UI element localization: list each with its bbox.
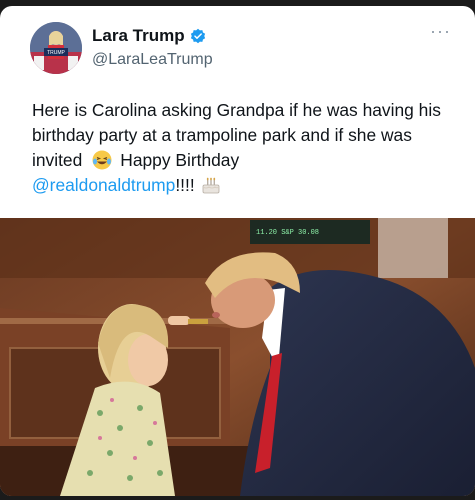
display-name[interactable]: Lara Trump <box>92 26 185 46</box>
user-handle[interactable]: @LaraLeaTrump <box>92 51 213 69</box>
tweet-photo[interactable]: 11.20 S&P 30.08 <box>0 218 475 496</box>
avatar-image: TRUMP <box>30 22 82 74</box>
tweet-text-greeting: Happy Birthday <box>120 150 240 170</box>
verified-badge-icon <box>190 28 205 44</box>
avatar-sign-text: TRUMP <box>47 50 65 56</box>
photo-image: 11.20 S&P 30.08 <box>0 218 475 496</box>
laughing-crying-emoji-icon <box>92 150 112 170</box>
tweet-header: TRUMP Lara Trump @LaraLeaTrump ··· <box>30 22 455 82</box>
ticker-text: 11.20 S&P 30.08 <box>256 229 319 237</box>
tweet-card[interactable]: TRUMP Lara Trump @LaraLeaTrump ··· Here … <box>0 6 475 496</box>
more-options-icon[interactable]: ··· <box>430 22 451 40</box>
mention-link[interactable]: @realdonaldtrump <box>32 175 175 195</box>
tweet-text: Here is Carolina asking Grandpa if he wa… <box>32 98 452 198</box>
tweet-text-exclaim: !!!! <box>175 175 195 195</box>
avatar[interactable]: TRUMP <box>30 22 82 74</box>
birthday-cake-icon <box>202 177 220 194</box>
